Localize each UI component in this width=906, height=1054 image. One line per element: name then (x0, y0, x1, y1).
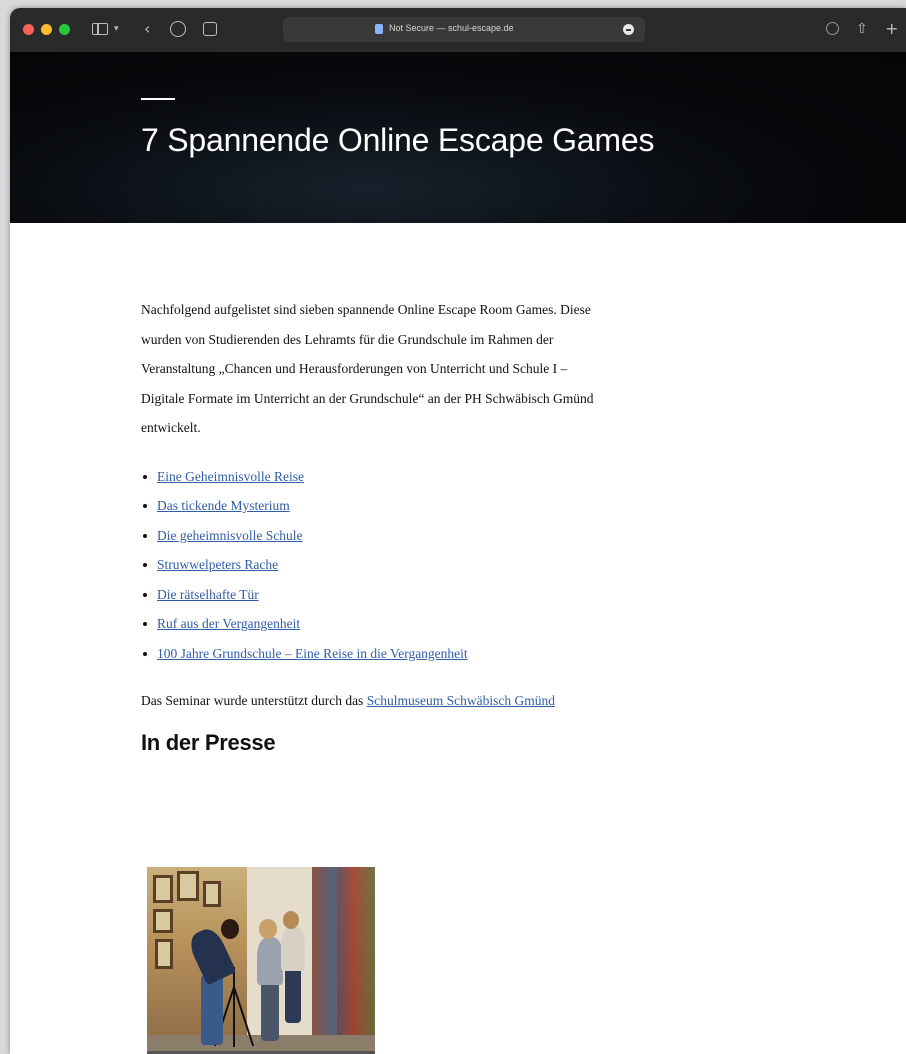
list-item: Das tickende Mysterium (141, 491, 601, 521)
escape-game-link[interactable]: Das tickende Mysterium (157, 498, 290, 513)
bullet (143, 622, 147, 626)
list-item: Die geheimnisvolle Schule (141, 521, 601, 551)
bullet (143, 533, 147, 538)
new-tab-icon[interactable]: + (885, 20, 898, 38)
sidebar-icon[interactable] (92, 23, 108, 35)
hero-banner: 7 Spannende Online Escape Games (10, 52, 906, 223)
support-text: Das Seminar wurde unterstützt durch das (141, 693, 367, 708)
back-icon[interactable]: ‹ (144, 20, 150, 38)
escape-game-link[interactable]: Die geheimnisvolle Schule (157, 528, 302, 543)
tripod (233, 967, 235, 1047)
bullet (143, 592, 147, 597)
reader-mode-icon[interactable] (623, 24, 634, 35)
person-figure (201, 975, 223, 1045)
chevron-down-icon[interactable]: ▾ (114, 20, 119, 38)
bullet (143, 563, 147, 567)
list-item: Die rätselhafte Tür (141, 580, 601, 610)
main-content: Nachfolgend aufgelistet sind sieben span… (141, 295, 601, 756)
picture-frame (203, 881, 221, 907)
schulmuseum-link[interactable]: Schulmuseum Schwäbisch Gmünd (367, 693, 555, 708)
escape-game-link[interactable]: 100 Jahre Grundschule – Eine Reise in di… (157, 646, 468, 661)
bullet (143, 651, 147, 656)
bullet (143, 504, 147, 508)
url-text[interactable]: Not Secure — schul-escape.de (389, 23, 514, 33)
picture-frame (155, 939, 173, 969)
escape-game-link[interactable]: Die rätselhafte Tür (157, 587, 259, 602)
minimize-window-button[interactable] (41, 24, 52, 35)
hero-divider (141, 98, 175, 100)
close-window-button[interactable] (23, 24, 34, 35)
picture-frame (153, 909, 173, 933)
person-figure (285, 967, 301, 1023)
address-bar[interactable]: Not Secure — schul-escape.de (283, 17, 645, 42)
press-photo[interactable] (147, 867, 375, 1054)
person-figure (221, 919, 239, 939)
list-item: Ruf aus der Vergangenheit (141, 609, 601, 639)
person-figure (261, 981, 279, 1041)
person-figure (281, 927, 305, 971)
escape-game-link[interactable]: Eine Geheimnisvolle Reise (157, 469, 304, 484)
list-item: 100 Jahre Grundschule – Eine Reise in di… (141, 639, 601, 669)
person-figure (259, 919, 277, 939)
person-figure (257, 937, 283, 985)
support-paragraph: Das Seminar wurde unterstützt durch das … (141, 686, 601, 716)
privacy-shield-icon[interactable] (170, 21, 186, 37)
escape-game-list: Eine Geheimnisvolle Reise Das tickende M… (141, 462, 601, 669)
list-item: Struwwelpeters Rache (141, 550, 601, 580)
list-item: Eine Geheimnisvolle Reise (141, 462, 601, 492)
picture-frame (177, 871, 199, 901)
extension-icon[interactable] (203, 22, 217, 36)
person-figure (283, 911, 299, 929)
escape-game-link[interactable]: Struwwelpeters Rache (157, 557, 278, 572)
photo-shelf (312, 867, 375, 1054)
share-icon[interactable]: ⇧ (856, 20, 868, 38)
bullet (143, 474, 147, 479)
page-icon (375, 24, 383, 34)
browser-toolbar: ▾ ‹ Not Secure — schul-escape.de ⇧ + (10, 8, 906, 53)
page-title: 7 Spannende Online Escape Games (141, 122, 655, 158)
intro-paragraph: Nachfolgend aufgelistet sind sieben span… (141, 302, 594, 435)
zoom-window-button[interactable] (59, 24, 70, 35)
press-heading: In der Presse (141, 729, 276, 755)
picture-frame (153, 875, 173, 903)
browser-window: ▾ ‹ Not Secure — schul-escape.de ⇧ + 7 S… (10, 8, 906, 1054)
escape-game-link[interactable]: Ruf aus der Vergangenheit (157, 616, 300, 631)
download-icon[interactable] (826, 22, 839, 35)
